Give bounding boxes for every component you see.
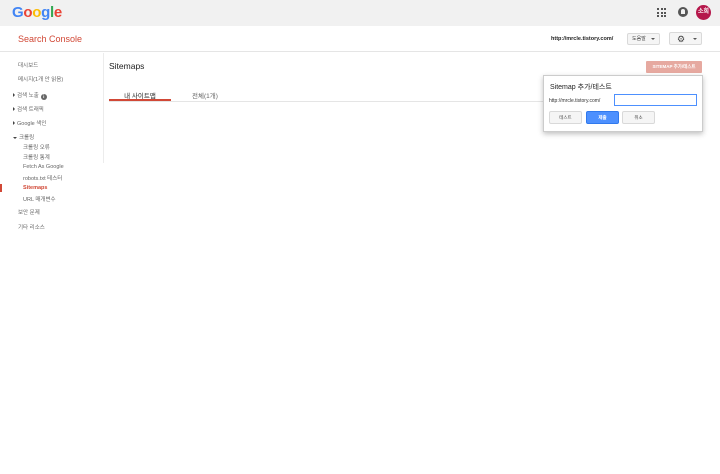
sidebar-item-label: Google 색인 <box>17 121 47 127</box>
apps-grid-icon[interactable] <box>657 8 666 17</box>
sidebar-item-crawl-stats[interactable]: 크롤링 통계 <box>23 153 50 161</box>
sitemap-url-prefix: http://mrcle.tistory.com/ <box>549 98 601 104</box>
info-icon[interactable]: i <box>40 93 47 100</box>
sidebar-item-dashboard[interactable]: 대시보드 <box>18 61 38 69</box>
sidebar-item-url-parameters[interactable]: URL 매개변수 <box>23 195 56 203</box>
submit-button[interactable]: 제출 <box>586 111 619 124</box>
logo-letter: g <box>41 4 50 21</box>
test-button[interactable]: 테스트 <box>549 111 582 124</box>
sitemap-path-input[interactable] <box>614 94 697 106</box>
sidebar-item-search-appearance[interactable]: 검색 노출 i <box>13 91 47 100</box>
collapse-arrow-icon <box>13 136 17 139</box>
cancel-button[interactable]: 취소 <box>622 111 655 124</box>
popup-title: Sitemap 추가/테스트 <box>550 84 612 91</box>
page-title: Sitemaps <box>109 61 145 71</box>
add-sitemap-popup: Sitemap 추가/테스트 http://mrcle.tistory.com/… <box>543 75 703 132</box>
chevron-down-icon <box>651 38 655 40</box>
sidebar-item-label: 크롤링 <box>19 135 35 141</box>
active-indicator <box>0 184 2 192</box>
add-test-sitemap-button[interactable]: SITEMAP 추가/테스트 <box>646 61 702 73</box>
brand-title[interactable]: Search Console <box>18 34 82 44</box>
sidebar-item-other-resources[interactable]: 기타 리소스 <box>18 223 45 231</box>
logo-letter: o <box>32 4 42 21</box>
bell-icon[interactable] <box>678 7 688 17</box>
sidebar-item-google-index[interactable]: Google 색인 <box>13 119 46 127</box>
sidebar-item-crawl-errors[interactable]: 크롤링 오류 <box>23 143 50 151</box>
sidebar-item-search-traffic[interactable]: 검색 트래픽 <box>13 105 44 113</box>
logo-letter: o <box>23 4 33 21</box>
expand-arrow-icon <box>13 120 15 125</box>
logo-letter: G <box>12 4 24 21</box>
settings-button[interactable]: ⚙ <box>669 32 702 45</box>
sidebar-item-sitemaps[interactable]: Sitemaps <box>23 185 47 191</box>
sidebar: 대시보드 메시지(1개 안 읽음) 검색 노출 i 검색 트래픽 Google 색… <box>0 53 104 474</box>
google-logo[interactable]: Google <box>12 4 62 21</box>
sidebar-item-messages[interactable]: 메시지(1개 안 읽음) <box>18 75 63 83</box>
expand-arrow-icon <box>13 106 15 111</box>
sidebar-divider <box>103 53 104 163</box>
chevron-down-icon <box>693 38 697 40</box>
help-button[interactable]: 도움말 <box>627 33 660 45</box>
sidebar-item-label: 검색 노출 <box>17 93 39 99</box>
tab-all[interactable]: 전체(1개) <box>180 90 230 100</box>
expand-arrow-icon <box>13 92 15 97</box>
logo-letter: e <box>53 4 62 21</box>
console-header: Search Console http://mrcle.tistory.com/… <box>0 26 720 52</box>
help-label: 도움말 <box>632 36 646 42</box>
site-url: http://mrcle.tistory.com/ <box>551 36 614 42</box>
sidebar-item-fetch-as-google[interactable]: Fetch As Google <box>23 164 64 170</box>
tabs-divider <box>109 101 544 102</box>
sidebar-item-robots-tester[interactable]: robots.txt 테스터 <box>23 174 62 182</box>
avatar[interactable]: 소희 <box>696 5 711 20</box>
top-bar: Google 소희 <box>0 0 720 26</box>
sidebar-item-crawl[interactable]: 크롤링 <box>13 133 34 141</box>
sidebar-item-security-issues[interactable]: 보안 문제 <box>18 208 40 216</box>
gear-icon: ⚙ <box>677 34 686 44</box>
sidebar-item-label: 검색 트래픽 <box>17 107 44 113</box>
